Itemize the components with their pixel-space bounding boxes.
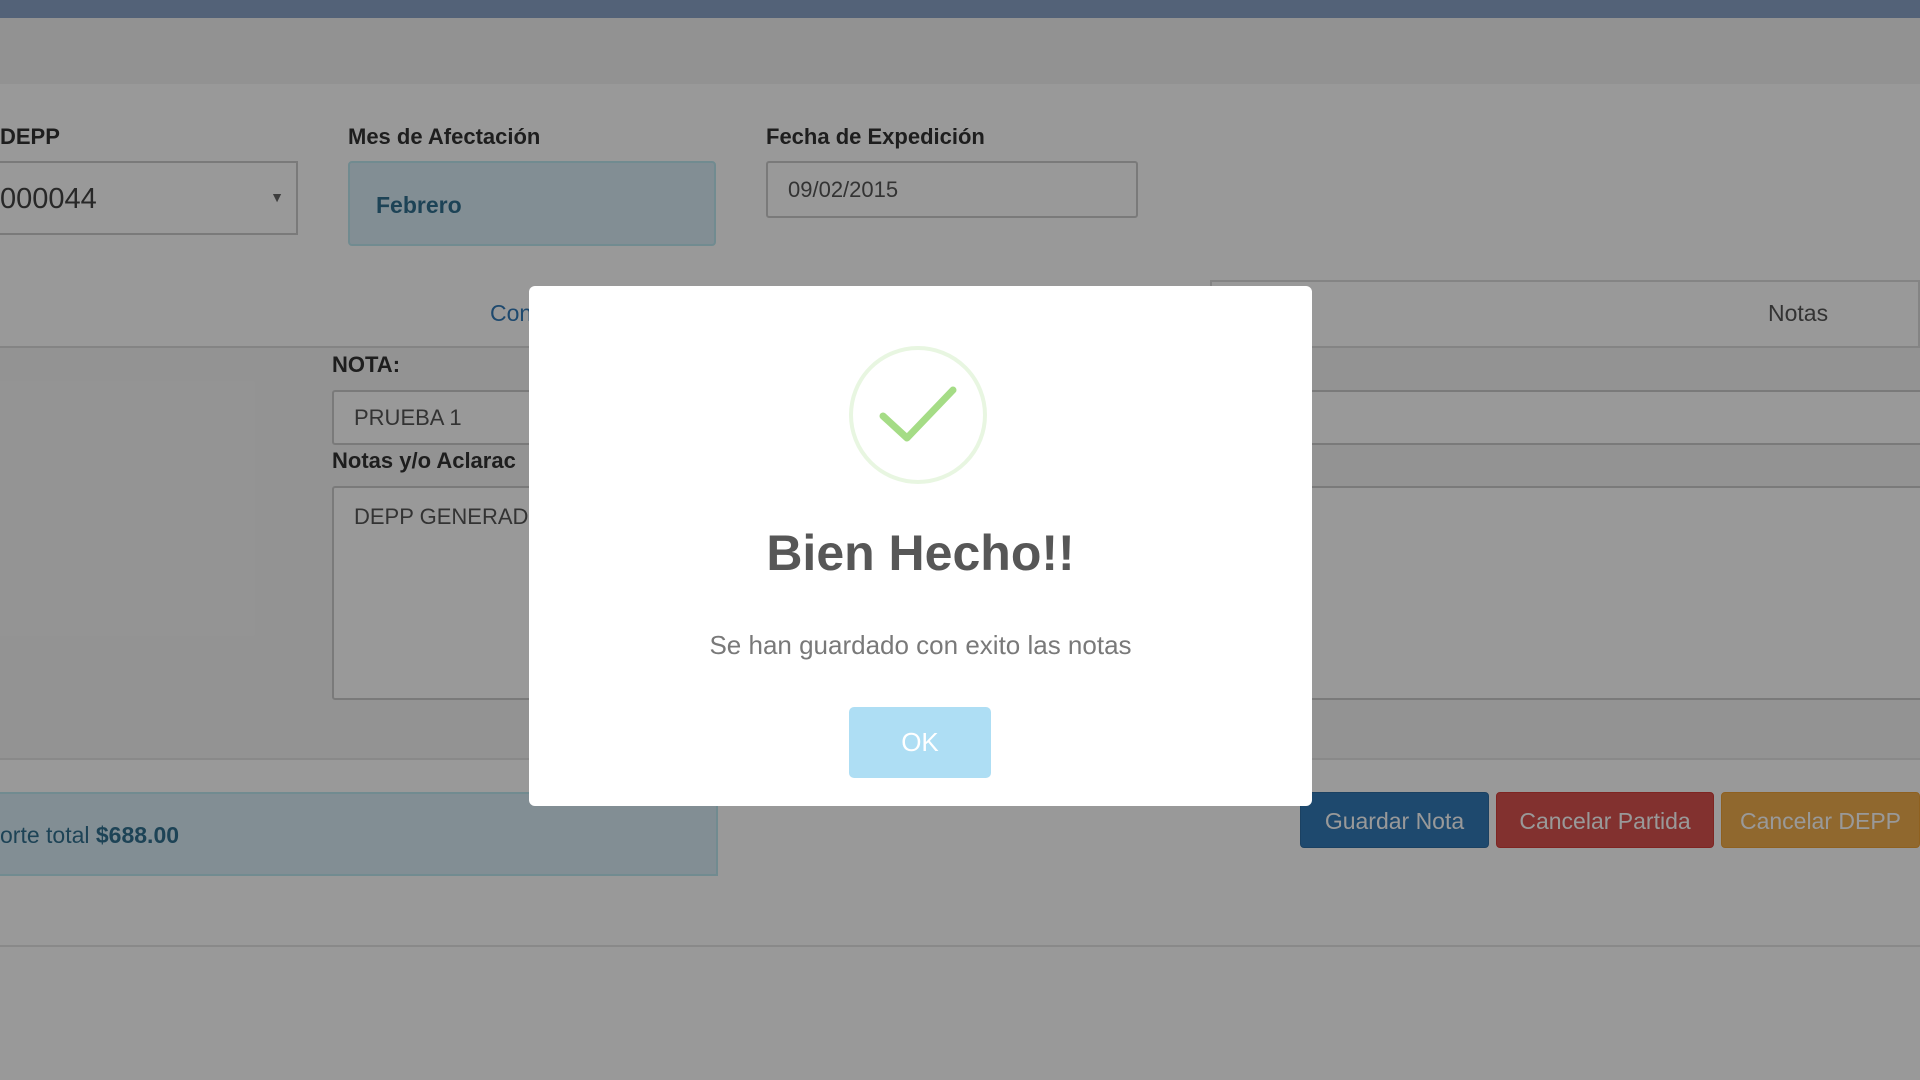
dialog-title: Bien Hecho!! xyxy=(766,525,1075,581)
success-dialog: Bien Hecho!! Se han guardado con exito l… xyxy=(529,286,1312,806)
dialog-message: Se han guardado con exito las notas xyxy=(709,630,1132,660)
success-check-icon xyxy=(849,346,987,484)
ok-button[interactable]: OK xyxy=(849,707,991,778)
